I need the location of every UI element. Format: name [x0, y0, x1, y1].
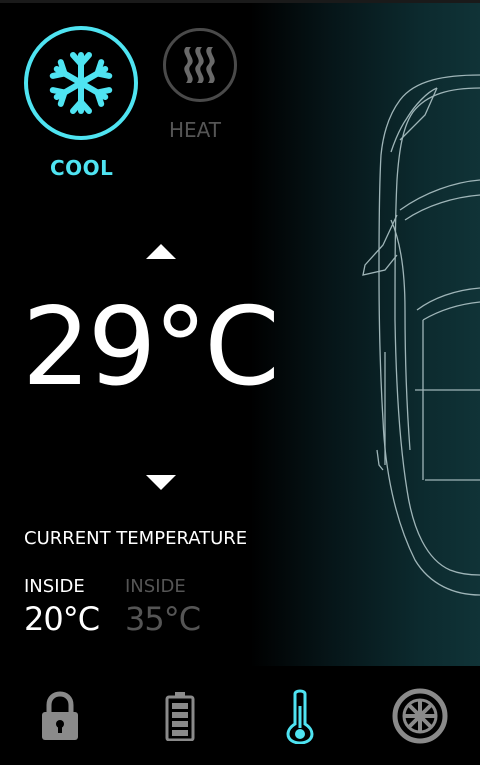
- inside-reading-value: 20°C: [24, 600, 100, 638]
- bottom-nav: [0, 666, 480, 765]
- decrease-temperature-button[interactable]: [146, 475, 176, 490]
- nav-climate[interactable]: [260, 676, 340, 756]
- second-reading-value: 35°C: [125, 600, 201, 638]
- status-bar: [0, 0, 480, 3]
- snowflake-icon: [49, 52, 113, 114]
- nav-battery[interactable]: [140, 676, 220, 756]
- setpoint-temperature: 29°C: [22, 285, 280, 410]
- second-reading-label: INSIDE: [125, 576, 186, 597]
- thermometer-icon: [286, 689, 314, 744]
- nav-lock[interactable]: [20, 676, 100, 756]
- wheel-icon: [392, 688, 448, 743]
- heat-waves-icon: [184, 47, 215, 83]
- cool-mode-button[interactable]: [24, 26, 138, 140]
- car-outline-image: [362, 74, 480, 596]
- inside-reading-label: INSIDE: [24, 576, 85, 597]
- increase-temperature-button[interactable]: [146, 244, 176, 259]
- climate-screen: COOL HEAT 29°C CURRENT TEMPERATURE INSID…: [0, 0, 480, 765]
- cool-mode-label[interactable]: COOL: [50, 156, 113, 180]
- battery-icon: [165, 691, 195, 741]
- nav-wheels[interactable]: [380, 676, 460, 756]
- heat-mode-button[interactable]: [163, 28, 237, 102]
- heat-mode-label[interactable]: HEAT: [169, 118, 221, 142]
- lock-icon: [42, 690, 78, 740]
- current-temperature-title: CURRENT TEMPERATURE: [24, 528, 248, 549]
